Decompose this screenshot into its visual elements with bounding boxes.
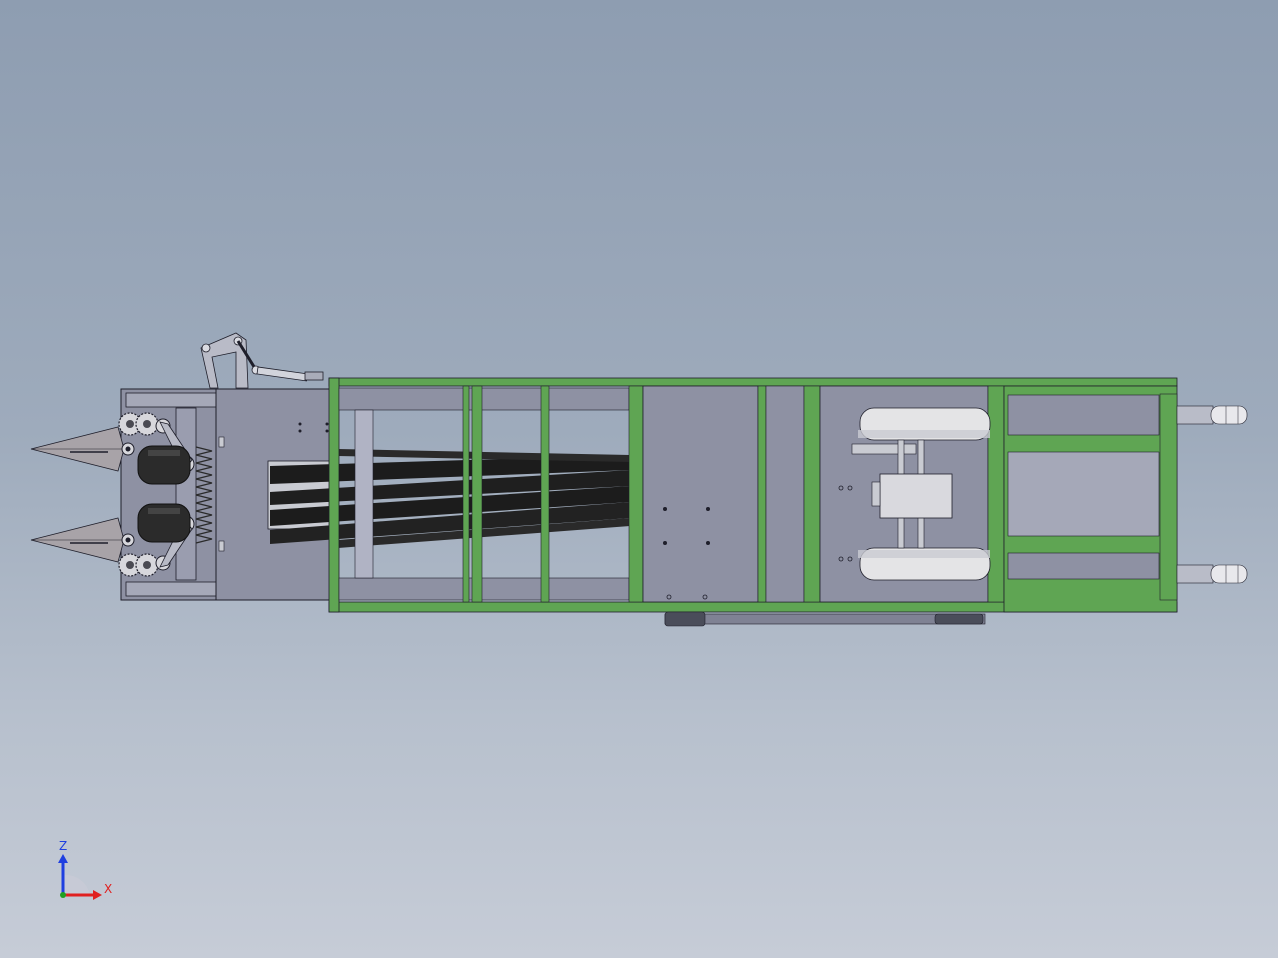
machine-top-view-model[interactable] [0,0,1278,958]
feed-roller-top [137,445,191,485]
feed-roller-bottom [137,503,191,543]
z-axis-label: Z [59,839,67,853]
coordinate-triad-icon: Z X [58,839,112,900]
y-axis-dot [60,892,66,898]
cone-divider-top [30,426,125,472]
x-axis-label: X [104,882,112,896]
bottom-drive-belt [664,611,986,627]
x-axis-head [93,890,102,900]
hitch-linkage [200,332,324,389]
cad-viewport[interactable]: Z X [0,0,1278,958]
rear-handle-top [1176,405,1248,425]
z-axis-head [58,854,68,863]
rear-handle-bottom [1176,564,1248,584]
cone-divider-bottom [30,517,125,563]
